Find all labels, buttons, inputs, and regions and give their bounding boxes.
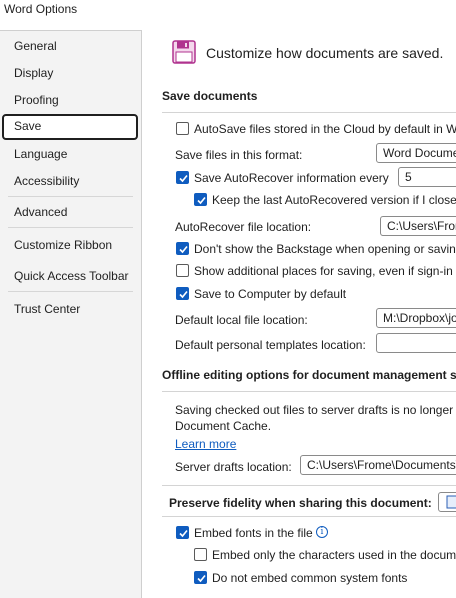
- keep-last-checkbox[interactable]: [194, 193, 207, 206]
- offline-description-line2: Document Cache.: [175, 419, 272, 433]
- window-title: Word Options: [4, 2, 78, 16]
- section-divider: [162, 391, 456, 392]
- sidebar-item-advanced[interactable]: Advanced: [2, 200, 138, 224]
- save-floppy-icon: [172, 40, 196, 64]
- section-divider: [162, 112, 456, 113]
- show-additional-places-label: Show additional places for saving, even …: [194, 264, 456, 278]
- page-heading: Customize how documents are saved.: [206, 45, 444, 61]
- no-common-fonts-checkbox[interactable]: [194, 571, 207, 584]
- default-local-location-label: Default local file location:: [175, 313, 308, 327]
- default-templates-location-label: Default personal templates location:: [175, 338, 366, 352]
- sidebar-item-customize-ribbon[interactable]: Customize Ribbon: [2, 233, 138, 257]
- autorecover-location-label: AutoRecover file location:: [175, 220, 312, 234]
- embed-fonts-label: Embed fonts in the file: [194, 526, 313, 540]
- sidebar-item-quick-access-toolbar[interactable]: Quick Access Toolbar: [2, 264, 138, 288]
- default-templates-location-input[interactable]: [376, 333, 456, 353]
- section-divider: [162, 485, 456, 486]
- sidebar-divider: [8, 227, 133, 228]
- sidebar-item-proofing[interactable]: Proofing: [2, 88, 138, 112]
- sidebar-divider: [8, 291, 133, 292]
- autorecover-label: Save AutoRecover information every: [194, 171, 389, 185]
- embed-fonts-checkbox[interactable]: [176, 526, 189, 539]
- default-local-location-input[interactable]: M:\Dropbox\jo: [376, 308, 456, 328]
- section-title-preserve-fidelity: Preserve fidelity when sharing this docu…: [169, 496, 432, 510]
- learn-more-link[interactable]: Learn more: [175, 437, 236, 451]
- sidebar-item-accessibility[interactable]: Accessibility: [2, 169, 138, 193]
- save-format-select[interactable]: Word Docume: [376, 143, 456, 163]
- autorecover-minutes-spinner[interactable]: 5: [398, 167, 456, 187]
- dont-show-backstage-checkbox[interactable]: [176, 242, 189, 255]
- section-divider: [162, 516, 456, 517]
- show-additional-places-checkbox[interactable]: [176, 264, 189, 277]
- options-sidebar: General Display Proofing Save Language A…: [0, 30, 142, 598]
- document-icon: [446, 495, 456, 509]
- save-to-computer-checkbox[interactable]: [176, 287, 189, 300]
- document-select-dropdown[interactable]: [438, 492, 456, 512]
- sidebar-item-trust-center[interactable]: Trust Center: [2, 297, 138, 321]
- sidebar-item-display[interactable]: Display: [2, 61, 138, 85]
- save-to-computer-label: Save to Computer by default: [194, 287, 347, 301]
- info-icon[interactable]: i: [316, 526, 328, 538]
- server-drafts-location-input[interactable]: C:\Users\Frome\Documents\S: [300, 455, 456, 475]
- autosave-cloud-checkbox[interactable]: [176, 122, 189, 135]
- embed-only-used-checkbox[interactable]: [194, 548, 207, 561]
- autorecover-location-input[interactable]: C:\Users\From: [380, 216, 456, 236]
- server-drafts-location-label: Server drafts location:: [175, 460, 292, 474]
- no-common-fonts-label: Do not embed common system fonts: [212, 571, 408, 585]
- sidebar-item-language[interactable]: Language: [2, 142, 138, 166]
- save-format-label: Save files in this format:: [175, 148, 303, 162]
- sidebar-item-save[interactable]: Save: [2, 114, 138, 140]
- sidebar-divider: [8, 196, 133, 197]
- section-title-offline-editing: Offline editing options for document man…: [162, 368, 456, 382]
- keep-last-label: Keep the last AutoRecovered version if I…: [212, 193, 456, 207]
- autorecover-checkbox[interactable]: [176, 171, 189, 184]
- section-title-save-documents: Save documents: [162, 89, 258, 103]
- title-bar: Word Options: [0, 0, 456, 28]
- sidebar-item-general[interactable]: General: [2, 34, 138, 58]
- save-options-panel: Customize how documents are saved. Save …: [142, 30, 456, 597]
- autosave-cloud-label: AutoSave files stored in the Cloud by de…: [194, 122, 456, 136]
- dont-show-backstage-label: Don't show the Backstage when opening or…: [194, 242, 456, 256]
- offline-description-line1: Saving checked out files to server draft…: [175, 403, 456, 417]
- embed-only-used-label: Embed only the characters used in the do…: [212, 548, 456, 562]
